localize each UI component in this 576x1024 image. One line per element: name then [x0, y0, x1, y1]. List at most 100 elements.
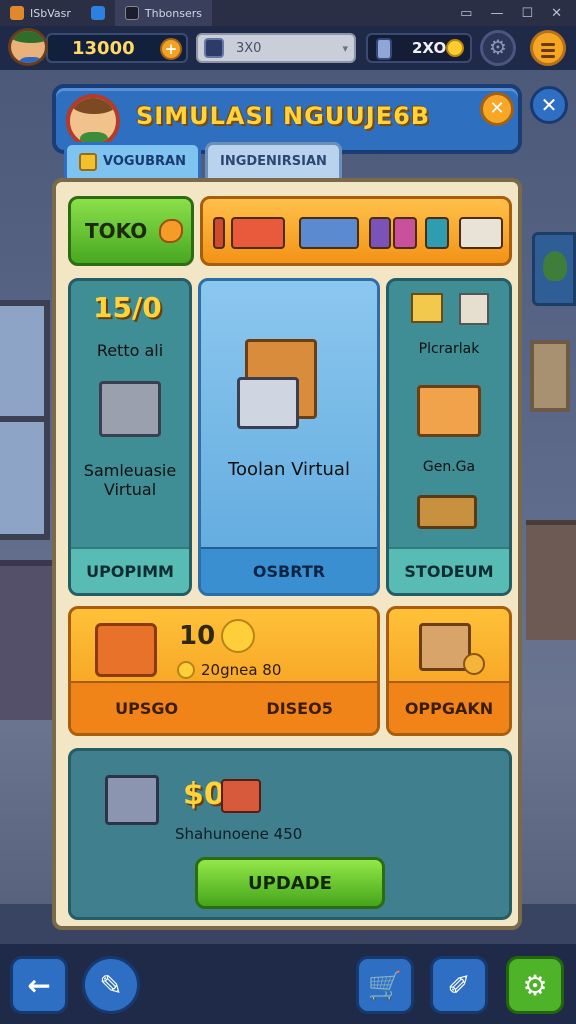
os-tab-2[interactable] [81, 0, 115, 26]
jar-item-icon[interactable] [369, 217, 391, 249]
tab-label: INGDENIRSIAN [219, 154, 327, 169]
upgrade-right-button[interactable]: DISEO5 [266, 699, 332, 718]
window-controls: ▭ — ☐ ✕ [460, 6, 576, 21]
card-retail-button[interactable]: UPOPIMM [71, 547, 189, 593]
card-products-sub: Gen.Ga [422, 459, 476, 475]
fish-icon [159, 219, 183, 243]
upgrade-left-button[interactable]: UPSGO [115, 699, 178, 718]
panel-title: SIMULASI NGUUJE6B [136, 102, 431, 130]
shopping-cart-icon [237, 377, 299, 429]
player-avatar[interactable] [8, 28, 48, 66]
add-coins-button[interactable]: + [160, 38, 182, 60]
close-panel-button[interactable]: ✕ [480, 92, 514, 126]
shop-topbar: TOKO [68, 196, 512, 268]
search-icon [204, 38, 224, 58]
register-icon [105, 775, 159, 825]
gem-counter: 2XO [366, 33, 472, 63]
coin-value: 13000 [72, 37, 135, 59]
os-tab-label: Thbonsers [144, 6, 203, 20]
window-icon [90, 6, 105, 20]
carton-icon [459, 293, 489, 325]
coin-icon [446, 39, 464, 57]
tab-ingdenirsian[interactable]: INGDENIRSIAN [204, 142, 342, 178]
basket-icon [79, 152, 97, 171]
card-products-button[interactable]: STODEUM [389, 547, 509, 593]
panel-tabs: VOGUBRAN INGDENIRSIAN [64, 142, 342, 178]
cashier-icon [99, 381, 161, 437]
search-value: 3X0 [236, 40, 262, 56]
os-tab-1[interactable]: ISbVasr [0, 0, 81, 26]
shelf-left [0, 560, 52, 720]
gem-value: 2XO [412, 39, 447, 57]
basket-item-icon[interactable] [459, 217, 503, 249]
os-tab-label: ISbVasr [30, 6, 71, 20]
plant-icon [543, 251, 567, 281]
card-retail[interactable]: 15/0 Retto ali Samleuasie Virtual UPOPIM… [68, 278, 192, 596]
tab-label: VOGUBRAN [103, 154, 186, 169]
upgrade-line: 20gnea 80 [201, 661, 282, 679]
menu-line [541, 55, 555, 58]
marker-button[interactable]: ✐ [430, 956, 488, 1014]
minimize-icon[interactable]: — [490, 6, 503, 21]
cart-small-icon[interactable] [393, 217, 417, 249]
card-virtual-button[interactable]: OSBRTR [201, 547, 377, 593]
menu-button[interactable] [530, 30, 566, 66]
card-products-title: Plcrarlak [418, 341, 480, 357]
bottle-icon[interactable] [425, 217, 449, 249]
restore-icon[interactable]: ▭ [460, 6, 472, 21]
os-title-bar: ISbVasr Thbonsers ▭ — ☐ ✕ [0, 0, 576, 26]
cart-icon [221, 779, 261, 813]
basket-icon [95, 623, 157, 677]
coin-icon [177, 661, 195, 679]
edit-button[interactable]: ✎ [82, 956, 140, 1014]
maximize-icon[interactable]: ☐ [521, 6, 533, 21]
settings-button-top[interactable]: ⚙ [480, 30, 516, 66]
update-button[interactable]: UPDADE [195, 857, 385, 909]
cart-button[interactable]: 🛒 [356, 956, 414, 1014]
open-footer: OPPGAKN [389, 681, 509, 733]
app-icon [10, 6, 24, 20]
shopkeeper-avatar [66, 94, 120, 148]
sign-icon[interactable] [231, 217, 285, 249]
document-icon [124, 6, 139, 20]
panel-body: TOKO 15/0 Retto ali Samleuasie Virtual U… [52, 178, 522, 930]
desk-right [526, 520, 576, 640]
menu-line [541, 43, 555, 46]
menu-line [541, 49, 555, 52]
chevron-down-icon[interactable]: ▾ [342, 42, 348, 55]
card-virtual-title: Toolan Virtual [228, 459, 350, 480]
wall-picture-right [530, 340, 570, 412]
coin-stack-icon [221, 619, 255, 653]
open-button[interactable]: OPPGAKN [405, 699, 493, 718]
toko-button[interactable]: TOKO [68, 196, 194, 266]
card-upgrade[interactable]: 10 20gnea 80 UPSGO DISEO5 [68, 606, 380, 736]
coin-icon [463, 653, 485, 675]
coin-counter: 13000 + [46, 33, 188, 63]
box-icon [411, 293, 443, 323]
update-line: Shahunoene 450 [175, 825, 303, 843]
tab-vogubran[interactable]: VOGUBRAN [64, 142, 201, 178]
jar-icon [376, 38, 392, 60]
upgrade-number: 10 [179, 621, 216, 651]
card-products[interactable]: Plcrarlak Gen.Ga STODEUM [386, 278, 512, 596]
card-virtual-store[interactable]: Toolan Virtual OSBRTR [198, 278, 380, 596]
card-retail-number: 15/0 [93, 291, 162, 324]
shop-item-strip [200, 196, 512, 266]
os-tab-3[interactable]: Thbonsers [114, 0, 213, 26]
toko-label: TOKO [85, 219, 148, 243]
close-icon[interactable]: ✕ [551, 6, 562, 21]
back-button[interactable]: ← [10, 956, 68, 1014]
card-open[interactable]: OPPGAKN [386, 606, 512, 736]
upgrade-footer: UPSGO DISEO5 [71, 681, 377, 733]
wall-sign-right [532, 232, 576, 306]
card-update: $0 Shahunoene 450 UPDADE [68, 748, 512, 920]
settings-button[interactable]: ⚙ [506, 956, 564, 1014]
battery-icon[interactable] [213, 217, 225, 249]
card-retail-title: Retto ali [96, 341, 164, 360]
search-field[interactable]: 3X0 ▾ [196, 33, 356, 63]
window-left [0, 300, 50, 540]
close-blue-button[interactable]: ✕ [530, 86, 568, 124]
update-price: $0 [183, 777, 225, 812]
crate-icon[interactable] [299, 217, 359, 249]
bottom-nav: ← ✎ 🛒 ✐ ⚙ [0, 944, 576, 1024]
